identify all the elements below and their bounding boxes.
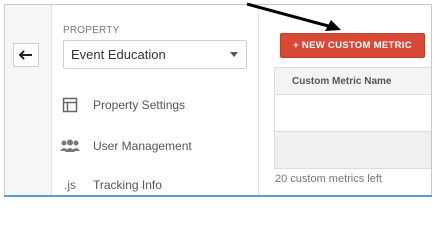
js-icon: .js bbox=[59, 176, 81, 194]
new-custom-metric-button[interactable]: + NEW CUSTOM METRIC bbox=[280, 33, 425, 58]
back-button[interactable] bbox=[13, 43, 39, 67]
nav-label: Property Settings bbox=[93, 98, 186, 112]
custom-metrics-table: Custom Metric Name bbox=[274, 67, 431, 169]
users-icon bbox=[59, 137, 81, 155]
property-select[interactable]: Event Education bbox=[63, 40, 247, 69]
nav-item-property-settings[interactable]: Property Settings bbox=[59, 93, 185, 117]
metrics-left-text: 20 custom metrics left bbox=[275, 173, 382, 185]
table-header: Custom Metric Name bbox=[275, 67, 431, 95]
column-divider bbox=[258, 5, 259, 195]
nav-item-user-management[interactable]: User Management bbox=[59, 134, 192, 158]
property-label: PROPERTY bbox=[63, 25, 120, 36]
nav-label: User Management bbox=[93, 139, 192, 153]
js-icon-text: .js bbox=[64, 178, 76, 192]
property-selected-value: Event Education bbox=[71, 47, 166, 62]
nav-item-tracking-info[interactable]: .js Tracking Info bbox=[59, 173, 162, 195]
arrow-left-icon bbox=[19, 50, 32, 60]
table-row bbox=[275, 132, 431, 169]
caret-down-icon bbox=[230, 52, 238, 57]
left-gutter bbox=[5, 5, 52, 195]
table-row bbox=[275, 95, 431, 132]
admin-panel: PROPERTY Event Education Property Settin… bbox=[4, 4, 432, 196]
nav-label: Tracking Info bbox=[93, 178, 162, 192]
property-settings-icon bbox=[59, 96, 81, 114]
bottom-accent-line bbox=[4, 195, 432, 197]
column-header-custom-metric-name[interactable]: Custom Metric Name bbox=[292, 76, 391, 87]
